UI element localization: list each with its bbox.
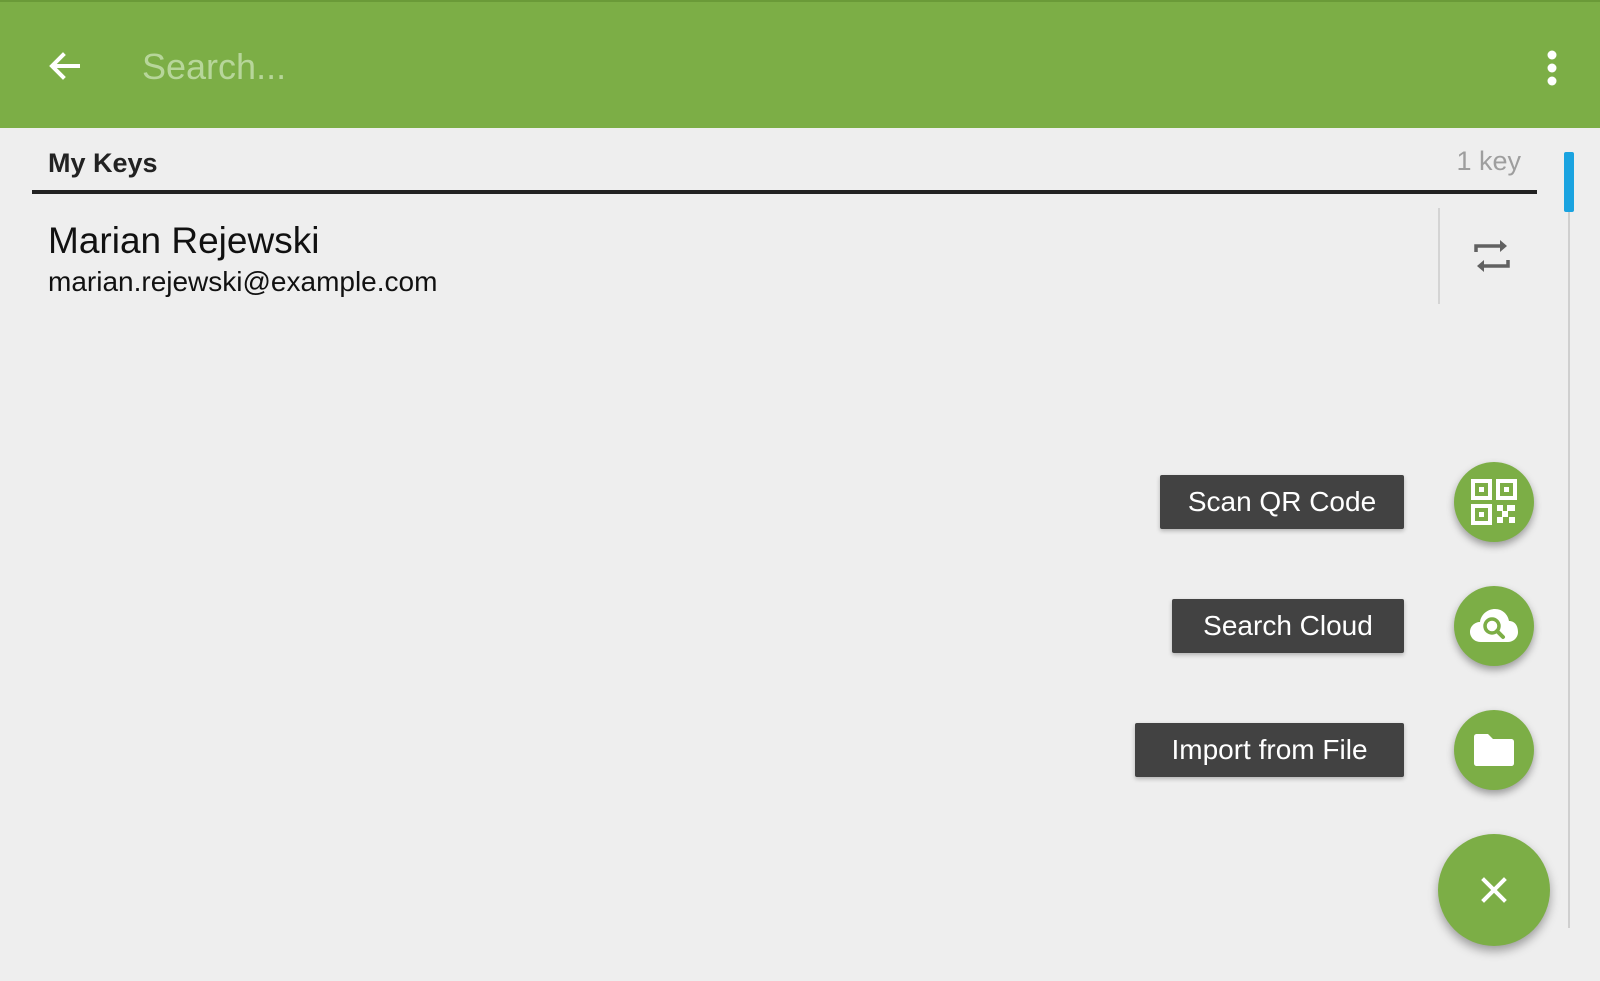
more-vert-icon — [1547, 50, 1557, 86]
scan-qr-code-text: Scan QR Code — [1187, 486, 1377, 517]
key-owner-email: marian.rejewski@example.com — [48, 266, 438, 297]
qr-code-icon — [1471, 479, 1517, 525]
folder-icon — [1474, 734, 1514, 766]
search-cloud-text: Search Cloud — [1203, 610, 1373, 641]
search-input[interactable] — [142, 38, 1442, 96]
arrow-left-icon — [49, 52, 80, 80]
key-owner-name: Marian Rejewski — [48, 220, 320, 261]
search-cloud-button[interactable] — [1454, 586, 1534, 666]
sync-key-button[interactable] — [1462, 228, 1522, 284]
overflow-menu-button[interactable] — [1530, 36, 1574, 100]
key-count: 1 key — [1456, 146, 1521, 176]
my-keys-section-header: My Keys 1 key — [32, 140, 1537, 194]
import-from-file-label[interactable]: Import from File — [1135, 723, 1404, 777]
scan-qr-code-label[interactable]: Scan QR Code — [1160, 475, 1404, 529]
search-cloud-label[interactable]: Search Cloud — [1172, 599, 1404, 653]
back-button[interactable] — [34, 36, 94, 96]
row-divider — [1438, 208, 1440, 304]
scrollbar-thumb[interactable] — [1564, 152, 1574, 212]
sync-icon — [1474, 240, 1510, 272]
cloud-search-icon — [1470, 609, 1518, 642]
section-title: My Keys — [48, 148, 158, 178]
top-app-bar — [0, 0, 1600, 128]
close-fab-menu-button[interactable] — [1438, 834, 1550, 946]
scan-qr-code-button[interactable] — [1454, 462, 1534, 542]
import-from-file-button[interactable] — [1454, 710, 1534, 790]
import-from-file-text: Import from File — [1171, 734, 1368, 765]
close-icon — [1481, 877, 1507, 903]
key-list-item[interactable]: Marian Rejewski marian.rejewski@example.… — [32, 208, 1537, 304]
scrollbar-track[interactable] — [1568, 152, 1570, 928]
